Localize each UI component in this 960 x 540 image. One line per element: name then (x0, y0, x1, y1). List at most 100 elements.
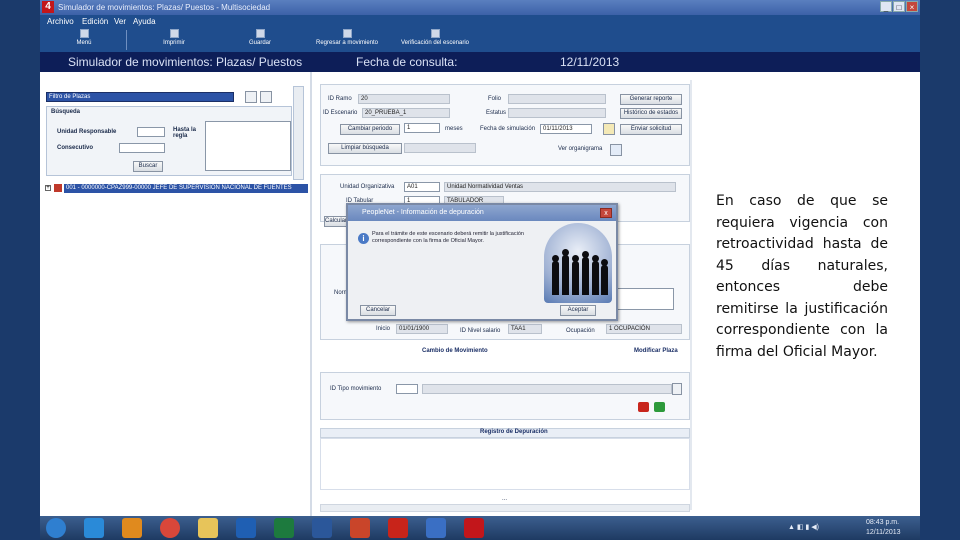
minimize-button[interactable]: _ (880, 1, 892, 12)
unidad-org-desc: Unidad Normatividad Ventas (444, 182, 676, 192)
dialog-accept-button[interactable]: Aceptar (560, 305, 596, 316)
cambiar-periodo-button[interactable]: Cambiar periodo (340, 124, 400, 135)
lookup-icon[interactable] (672, 383, 682, 395)
toolbar-verify-button[interactable]: Verificación del escenario (390, 29, 480, 46)
ver-organigrama-label: Ver organigrama (558, 146, 603, 152)
left-scrollbar[interactable] (293, 86, 304, 180)
acrobat-icon[interactable] (388, 518, 408, 538)
consec-label: Consecutivo (57, 145, 94, 151)
id-nivel-field: TAA1 (508, 324, 542, 334)
window-titlebar: 4 Simulador de movimientos: Plazas/ Pues… (40, 0, 920, 15)
ocupacion-label: Ocupación (566, 328, 595, 334)
historico-button[interactable]: Histórico de estados (620, 108, 682, 119)
start-icon[interactable] (46, 518, 66, 538)
menu-bar: Archivo Edición Ver Ayuda (40, 15, 920, 28)
chrome-icon[interactable] (160, 518, 180, 538)
fecha-simulacion-field[interactable]: 01/11/2013 (540, 124, 592, 134)
calcular-button[interactable]: Calcular (324, 216, 348, 227)
caption-line: En caso de que se (716, 193, 888, 209)
menu-ver[interactable]: Ver (114, 17, 126, 26)
clock-date[interactable]: 12/11/2013 (866, 529, 901, 536)
inicio-label: Inicio (376, 326, 391, 332)
inicio-field: 01/01/1900 (396, 324, 448, 334)
add-icon[interactable] (654, 402, 665, 412)
menu-edicion[interactable]: Edición (82, 17, 108, 26)
app-logo: 4 (42, 1, 54, 13)
dialog-title: PeopleNet - Información de depuración (362, 209, 484, 216)
caption-line: correspondiente con la (716, 322, 888, 338)
date-value: 12/11/2013 (560, 55, 620, 69)
search-panel: Búsqueda Unidad Responsable Consecutivo … (46, 106, 292, 176)
people-silhouette-image (544, 223, 612, 303)
limpiar-busqueda-button[interactable]: Limpiar búsqueda (328, 143, 402, 154)
unidad-org-label: Unidad Organizativa (340, 184, 395, 190)
cambio-movimiento-link[interactable]: Cambio de Movimiento (422, 348, 488, 354)
toolbar-back-button[interactable]: Regresar a movimiento (306, 29, 388, 46)
word-icon[interactable] (312, 518, 332, 538)
calendar-icon[interactable] (603, 123, 615, 135)
caption-text: En caso de que se requiera vigencia con … (716, 191, 888, 363)
tree-expand-icon[interactable]: + (45, 185, 51, 191)
maximize-button[interactable]: □ (893, 1, 905, 12)
dialog-titlebar: PeopleNet - Información de depuración x (348, 205, 616, 221)
powerpoint-icon[interactable] (350, 518, 370, 538)
clock-time[interactable]: 08:43 p.m. (866, 519, 899, 526)
movimiento-group (320, 372, 690, 420)
unidad-org-field[interactable]: A01 (404, 182, 440, 192)
page-title: Simulador de movimientos: Plazas/ Puesto… (68, 55, 303, 69)
id-escenario-label: ID Escenario (323, 110, 358, 116)
menu-icon (79, 29, 89, 38)
ellipsis-label: ... (502, 496, 508, 502)
meses-label: meses (445, 126, 463, 132)
organigrama-icon[interactable] (610, 144, 622, 156)
modificar-plaza-link[interactable]: Modificar Plaza (634, 348, 678, 354)
toolbar: Menú Imprimir Guardar Regresar a movimie… (40, 28, 920, 52)
tray-icons[interactable]: ▲ ◧ ▮ ◀) (788, 523, 819, 531)
unit-input[interactable] (137, 127, 165, 137)
id-tipo-mov-field[interactable] (396, 384, 418, 394)
toolbar-menu-button[interactable]: Menú (64, 29, 104, 46)
registro-depuracion-title: Registro de Depuración (480, 429, 548, 435)
blank-field (404, 143, 476, 153)
delete-icon[interactable] (638, 402, 649, 412)
dialog-cancel-button[interactable]: Cancelar (360, 305, 396, 316)
estatus-field (508, 108, 606, 118)
caption-line: entonces debe (716, 279, 888, 295)
tree-row[interactable]: 001 - 0000000-CPAZ999-00000 JEFE DE SUPE… (64, 184, 308, 193)
save-icon (255, 29, 265, 38)
dialog-close-button[interactable]: x (600, 208, 612, 218)
internet-explorer-icon[interactable] (84, 518, 104, 538)
date-label: Fecha de consulta: (356, 55, 458, 69)
media-player-icon[interactable] (122, 518, 142, 538)
window-title: Simulador de movimientos: Plazas/ Puesto… (58, 3, 271, 12)
id-nivel-label: ID Nivel salario (460, 328, 501, 334)
outlook-icon[interactable] (236, 518, 256, 538)
menu-ayuda[interactable]: Ayuda (133, 17, 156, 26)
generar-reporte-button[interactable]: Generar reporte (620, 94, 682, 105)
visio-icon[interactable] (426, 518, 446, 538)
enviar-solicitud-button[interactable]: Enviar solicitud (620, 124, 682, 135)
close-button[interactable]: × (906, 1, 918, 12)
tree-search-input[interactable]: Filtro de Plazas (46, 92, 234, 102)
toolbar-save-button[interactable]: Guardar (240, 29, 280, 46)
search-go-icon[interactable] (245, 91, 257, 103)
peoplenet-icon[interactable] (464, 518, 484, 538)
consec-input[interactable] (119, 143, 165, 153)
registro-table (320, 438, 690, 490)
ocupacion-field: 1 OCUPACIÓN (606, 324, 682, 334)
hasta-textarea[interactable] (205, 121, 291, 171)
unit-label: Unidad Responsable (57, 129, 117, 135)
excel-icon[interactable] (274, 518, 294, 538)
periodo-field[interactable]: 1 (404, 123, 440, 133)
horizontal-scrollbar[interactable] (320, 504, 690, 512)
estatus-label: Estatus (486, 110, 507, 116)
desktop-right-strip (920, 0, 960, 540)
caption-line: requiera vigencia con (716, 214, 888, 231)
dialog-message: Para el trámite de este escenario deberá… (372, 231, 524, 244)
search-button[interactable]: Buscar (133, 161, 163, 172)
menu-archivo[interactable]: Archivo (47, 17, 74, 26)
search-clear-icon[interactable] (260, 91, 272, 103)
folder-icon[interactable] (198, 518, 218, 538)
id-tipo-mov-label: ID Tipo movimiento (330, 386, 382, 392)
toolbar-print-button[interactable]: Imprimir (154, 29, 194, 46)
